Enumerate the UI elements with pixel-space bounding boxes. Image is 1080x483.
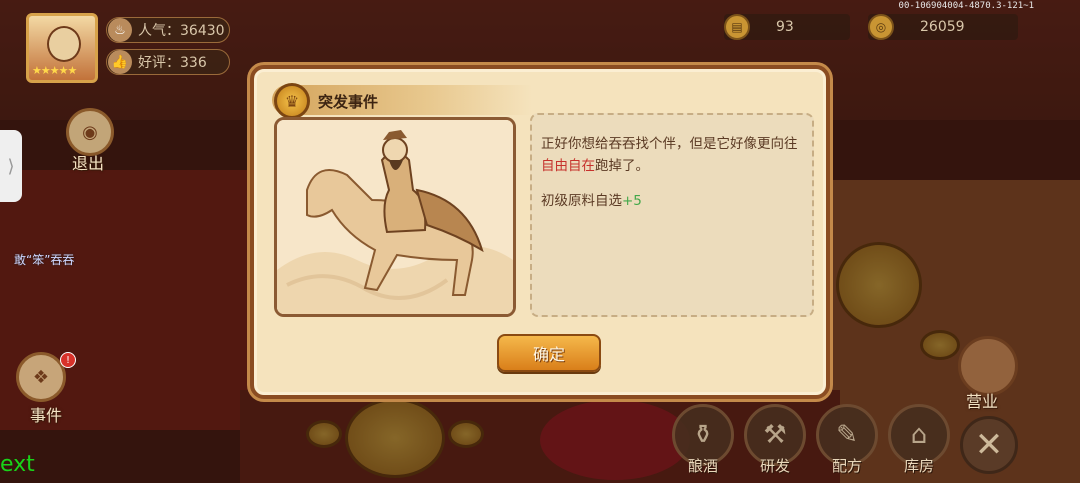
chevron-right-icon: ⟩ [7, 155, 15, 177]
build-id: 00-106904004-4870.3-121~1 [898, 1, 1034, 11]
event-label: 事件 [30, 406, 63, 425]
menu-recipe-label: 配方 [831, 457, 862, 475]
description-text-1: 正好你想给吞吞找个伴，但是它好像更向往 [541, 136, 798, 152]
menu-research-label: 研发 [759, 457, 790, 475]
research-icon: ⚒ [763, 420, 787, 450]
avatar-face [47, 26, 81, 62]
business-label: 营业 [966, 392, 999, 411]
coin-icon: ◎ [868, 14, 894, 40]
menu-wine-label: 酿酒 [687, 457, 718, 475]
reward-amount: +5 [622, 193, 642, 209]
confirm-label: 确定 [532, 345, 565, 364]
event-button[interactable]: ❖ [16, 352, 66, 402]
popularity-label: 人气：36430 [138, 23, 225, 39]
dialog-title: 突发事件 [318, 93, 379, 111]
description-highlight: 自由自在 [541, 158, 595, 174]
business-button[interactable] [958, 336, 1018, 396]
close-icon: ✕ [974, 425, 1004, 465]
event-description-box: 正好你想给吞吞找个伴，但是它好像更向往自由自在跑掉了。 初级原料自选+5 [530, 113, 814, 317]
event-bell-icon: ♛ [274, 83, 310, 119]
resource-a-pill: ▤ 93 [724, 14, 850, 40]
scroll-icon: ▤ [724, 14, 750, 40]
event-dialog: ♛ 突发事件 正好你想给吞吞找个伴，但是它好像更向往自由自在跑掉了。 初级原料自… [250, 65, 830, 399]
event-description: 正好你想给吞吞找个伴，但是它好像更向往自由自在跑掉了。 [541, 133, 802, 177]
exit-button[interactable]: ◉ [66, 108, 114, 156]
coin-value: 26059 [920, 19, 965, 35]
wine-icon: ⚱ [692, 420, 714, 450]
close-button[interactable]: ✕ [960, 416, 1018, 474]
confirm-button[interactable]: 确定 [497, 334, 601, 372]
npc-name-tag: 敢“笨”吞吞 [14, 253, 75, 267]
recipe-icon: ✎ [836, 420, 858, 450]
popularity-stat: ♨ 人气：36430 [106, 17, 230, 43]
warehouse-icon: ⌂ [910, 420, 928, 450]
reward-name: 初级原料自选 [541, 193, 622, 209]
avatar-stars: ★★★★★ [32, 64, 77, 77]
event-icon: ❖ [32, 366, 50, 388]
dialog-header-bar [272, 85, 532, 115]
event-illustration [274, 117, 516, 317]
exit-label: 退出 [72, 154, 105, 173]
ext-text: ext [0, 452, 35, 477]
coin-pill: ◎ 26059 [868, 14, 1018, 40]
horse-rider-illustration [277, 120, 513, 314]
drum-icon: ◉ [82, 121, 98, 143]
reward-line: 初级原料自选+5 [541, 189, 802, 209]
thumbs-up-icon: 👍 [108, 50, 132, 74]
flame-icon: ♨ [108, 18, 132, 42]
rating-label: 好评：336 [138, 55, 207, 71]
rating-stat: 👍 好评：336 [106, 49, 230, 75]
description-text-2: 跑掉了。 [595, 158, 649, 174]
player-avatar[interactable]: ★★★★★ [26, 13, 98, 83]
event-badge: ! [60, 352, 76, 368]
side-drawer-tab[interactable]: ⟩ [0, 130, 22, 202]
menu-warehouse-label: 库房 [903, 457, 934, 475]
resource-a-value: 93 [776, 19, 794, 35]
